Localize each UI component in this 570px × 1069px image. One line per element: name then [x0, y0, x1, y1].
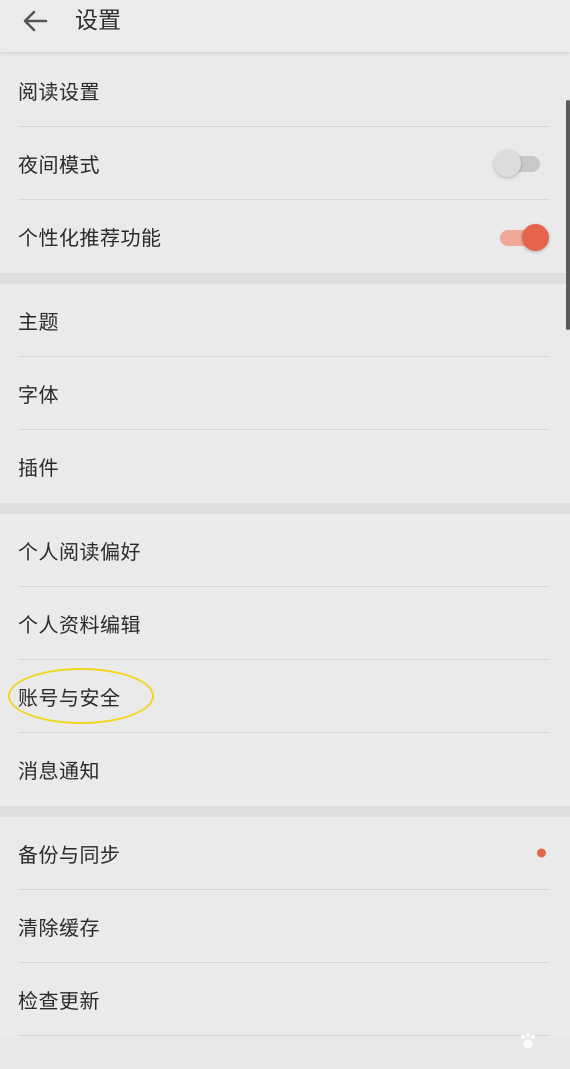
settings-item-label: 主题	[18, 309, 59, 334]
settings-item-reading-preferences[interactable]: 个人阅读偏好	[18, 514, 550, 587]
settings-group-system: 备份与同步 清除缓存 检查更新	[0, 817, 570, 1036]
settings-item-label: 夜间模式	[18, 152, 100, 177]
settings-item-label: 插件	[18, 456, 59, 480]
settings-list: 阅读设置 夜间模式 个性化推荐功能 主题 字体 插件 个人阅读偏好 个人资料编辑…	[0, 54, 570, 1036]
unread-dot-badge	[537, 848, 546, 858]
section-divider	[0, 273, 570, 284]
settings-item-label: 检查更新	[18, 988, 100, 1013]
settings-item-label: 消息通知	[18, 759, 100, 783]
settings-item-account-security[interactable]: 账号与安全	[8, 660, 550, 733]
settings-item-plugins[interactable]: 插件	[18, 430, 550, 503]
settings-item-notifications[interactable]: 消息通知	[18, 733, 550, 806]
settings-item-label: 阅读设置	[18, 79, 100, 104]
settings-item-label: 个人资料编辑	[18, 612, 141, 637]
personalized-recommendation-toggle[interactable]	[498, 223, 549, 251]
settings-item-label: 个人阅读偏好	[18, 539, 141, 564]
settings-item-backup-sync[interactable]: 备份与同步	[18, 817, 550, 890]
settings-group-reading: 阅读设置 夜间模式 个性化推荐功能	[0, 54, 570, 273]
settings-item-label: 个性化推荐功能	[18, 226, 162, 250]
settings-item-check-update[interactable]: 检查更新	[18, 963, 550, 1036]
section-divider	[0, 503, 570, 514]
settings-item-personalized-recommendation[interactable]: 个性化推荐功能	[18, 200, 550, 273]
arrow-left-icon	[23, 10, 48, 32]
app-bar: 设置	[0, 0, 570, 52]
toggle-knob	[494, 150, 521, 177]
back-button[interactable]	[18, 4, 52, 38]
page-title: 设置	[75, 8, 121, 34]
settings-group-appearance: 主题 字体 插件	[0, 284, 570, 503]
settings-item-label: 账号与安全	[18, 685, 121, 710]
settings-item-label: 字体	[18, 382, 59, 407]
settings-item-theme[interactable]: 主题	[18, 284, 550, 357]
settings-item-profile-edit[interactable]: 个人资料编辑	[18, 587, 550, 660]
settings-item-clear-cache[interactable]: 清除缓存	[18, 890, 550, 963]
scrollbar[interactable]	[566, 100, 570, 330]
paw-icon	[520, 1032, 536, 1049]
settings-item-label: 备份与同步	[18, 842, 121, 867]
settings-item-reading-settings[interactable]: 阅读设置	[18, 54, 550, 127]
settings-item-font[interactable]: 字体	[18, 357, 550, 430]
toggle-knob	[522, 223, 549, 251]
settings-item-label: 清除缓存	[18, 915, 100, 940]
settings-item-night-mode[interactable]: 夜间模式	[18, 127, 550, 200]
section-divider	[0, 806, 570, 817]
night-mode-toggle[interactable]	[494, 149, 542, 177]
settings-group-account: 个人阅读偏好 个人资料编辑 账号与安全 消息通知	[0, 514, 570, 806]
watermark-logo	[518, 1031, 538, 1051]
